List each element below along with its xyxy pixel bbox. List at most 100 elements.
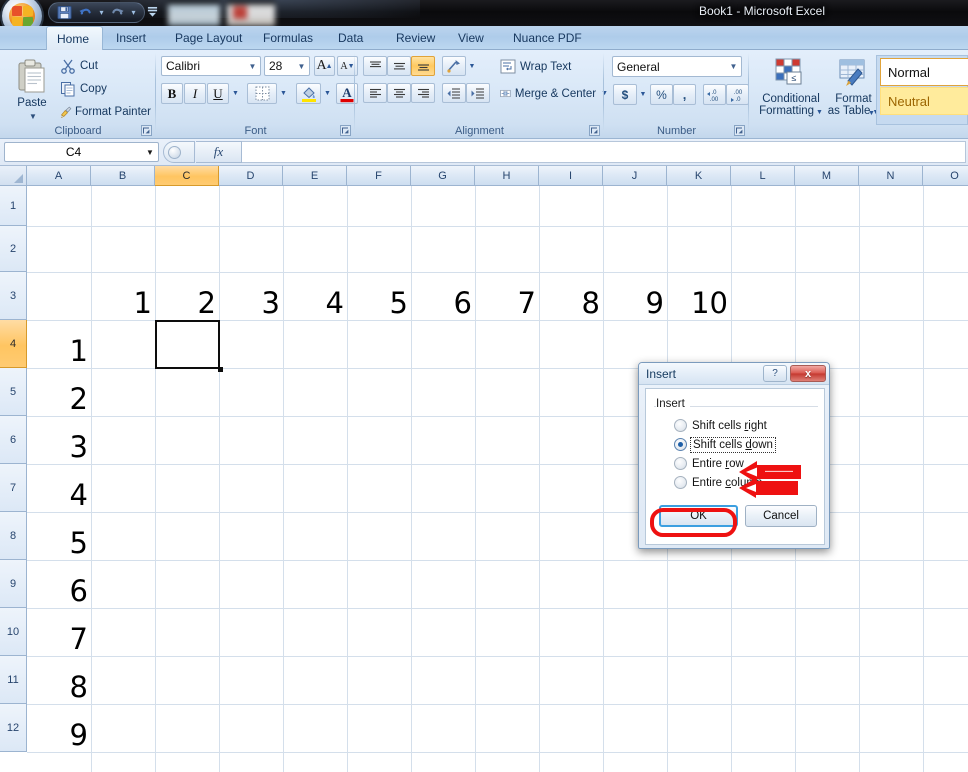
name-box[interactable]: C4 ▼	[4, 142, 159, 162]
row-header-4[interactable]: 4	[0, 320, 27, 368]
chevron-down-icon[interactable]: ▼	[726, 62, 741, 71]
borders-button[interactable]	[247, 83, 277, 104]
column-header-d[interactable]: D	[219, 166, 283, 186]
cell-A5[interactable]: 2	[27, 380, 91, 414]
clipboard-dialog-launcher-icon[interactable]	[141, 125, 152, 136]
increase-indent-button[interactable]	[466, 83, 490, 103]
underline-button[interactable]: U	[207, 83, 229, 104]
orientation-button[interactable]	[442, 56, 466, 76]
middle-align-button[interactable]	[387, 56, 411, 76]
wrap-text-button[interactable]: Wrap Text	[497, 56, 597, 77]
cell-A8[interactable]: 5	[27, 524, 91, 558]
tab-nuance-pdf[interactable]: Nuance PDF	[503, 26, 592, 50]
decrease-indent-button[interactable]	[442, 83, 466, 103]
align-left-button[interactable]	[363, 83, 387, 103]
row-header-12[interactable]: 12	[0, 704, 27, 752]
row-header-11[interactable]: 11	[0, 656, 27, 704]
insert-dialog-titlebar[interactable]: Insert ? x	[639, 363, 829, 385]
column-header-f[interactable]: F	[347, 166, 411, 186]
row-header-2[interactable]: 2	[0, 226, 27, 272]
cell-style-neutral[interactable]: Neutral	[880, 87, 968, 115]
row-header-7[interactable]: 7	[0, 464, 27, 512]
fill-color-button[interactable]	[296, 83, 321, 104]
customize-qat-icon[interactable]	[144, 3, 160, 21]
insert-function-icon[interactable]: fx	[196, 141, 242, 163]
name-box-dropdown-icon[interactable]: ▼	[142, 148, 158, 157]
row-header-9[interactable]: 9	[0, 560, 27, 608]
column-header-c[interactable]: C	[155, 166, 219, 186]
tab-formulas[interactable]: Formulas	[253, 26, 323, 50]
radio-shift-cells-down[interactable]: Shift cells down	[674, 436, 774, 453]
row-header-10[interactable]: 10	[0, 608, 27, 656]
comma-style-button[interactable]: ,	[673, 84, 696, 105]
top-align-button[interactable]	[363, 56, 387, 76]
percent-style-button[interactable]: %	[650, 84, 673, 105]
redo-icon[interactable]	[108, 4, 127, 22]
cell-A7[interactable]: 4	[27, 476, 91, 510]
cell-A4[interactable]: 1	[27, 332, 91, 366]
tab-review[interactable]: Review	[386, 26, 445, 50]
format-painter-button[interactable]: Format Painter	[56, 101, 152, 122]
radio-button-icon[interactable]	[674, 457, 687, 470]
grow-font-button[interactable]: A ▲	[314, 56, 335, 76]
redo-dropdown-icon[interactable]: ▾	[129, 4, 138, 22]
conditional-formatting-button[interactable]: ≤ Conditional Formatting ▼	[757, 55, 823, 125]
fill-color-dropdown-icon[interactable]: ▼	[321, 83, 334, 104]
chevron-down-icon[interactable]: ▼	[294, 62, 309, 71]
tab-data[interactable]: Data	[328, 26, 373, 50]
active-cell-selection[interactable]	[155, 320, 220, 369]
radio-button-icon[interactable]	[674, 419, 687, 432]
accounting-dropdown-icon[interactable]: ▼	[637, 84, 649, 105]
bottom-align-button[interactable]	[411, 56, 435, 76]
cut-button[interactable]: Cut	[56, 55, 148, 76]
cell-A10[interactable]: 7	[27, 620, 91, 654]
select-all-corner[interactable]	[0, 166, 27, 186]
column-header-m[interactable]: M	[795, 166, 859, 186]
align-right-button[interactable]	[411, 83, 435, 103]
column-header-l[interactable]: L	[731, 166, 795, 186]
accounting-format-button[interactable]: $	[613, 84, 637, 105]
formula-input[interactable]	[242, 141, 966, 163]
radio-button-icon[interactable]	[674, 476, 687, 489]
cell-A9[interactable]: 6	[27, 572, 91, 606]
column-header-h[interactable]: H	[475, 166, 539, 186]
alignment-dialog-launcher-icon[interactable]	[589, 125, 600, 136]
tab-view[interactable]: View	[448, 26, 494, 50]
tab-page-layout[interactable]: Page Layout	[165, 26, 252, 50]
cell-K3[interactable]: 10	[667, 284, 731, 318]
column-header-j[interactable]: J	[603, 166, 667, 186]
column-header-b[interactable]: B	[91, 166, 155, 186]
column-header-e[interactable]: E	[283, 166, 347, 186]
cell-A6[interactable]: 3	[27, 428, 91, 462]
borders-dropdown-icon[interactable]: ▼	[277, 83, 290, 104]
font-name-combo[interactable]: Calibri ▼	[161, 56, 261, 76]
radio-shift-cells-right[interactable]: Shift cells right	[674, 417, 767, 434]
chevron-down-icon[interactable]: ▼	[245, 62, 260, 71]
increase-decimal-button[interactable]: .0 .00	[703, 84, 726, 105]
help-icon[interactable]: ?	[763, 365, 787, 382]
cell-styles-more-icon[interactable]: ▼	[868, 110, 875, 117]
column-header-g[interactable]: G	[411, 166, 475, 186]
close-icon[interactable]: x	[790, 365, 826, 382]
tab-home[interactable]: Home	[46, 26, 103, 50]
row-header-8[interactable]: 8	[0, 512, 27, 560]
cell-B3[interactable]: 1	[91, 284, 155, 318]
save-icon[interactable]	[55, 4, 74, 22]
cell-A12[interactable]: 9	[27, 716, 91, 750]
paste-button[interactable]: Paste ▼	[8, 55, 54, 123]
cell-I3[interactable]: 8	[539, 284, 603, 318]
cell-style-normal[interactable]: Normal	[880, 58, 968, 86]
radio-button-icon[interactable]	[674, 438, 687, 451]
row-header-6[interactable]: 6	[0, 416, 27, 464]
radio-entire-row[interactable]: Entire row	[674, 455, 744, 472]
copy-button[interactable]: Copy	[56, 78, 148, 99]
cell-C3[interactable]: 2	[155, 284, 219, 318]
column-header-n[interactable]: N	[859, 166, 923, 186]
orientation-dropdown-icon[interactable]: ▼	[466, 56, 478, 76]
undo-icon[interactable]	[76, 4, 95, 22]
column-header-a[interactable]: A	[27, 166, 91, 186]
formula-bar-toggle[interactable]	[163, 141, 195, 163]
cell-E3[interactable]: 4	[283, 284, 347, 318]
paste-dropdown-icon[interactable]: ▼	[29, 112, 37, 121]
row-header-3[interactable]: 3	[0, 272, 27, 320]
